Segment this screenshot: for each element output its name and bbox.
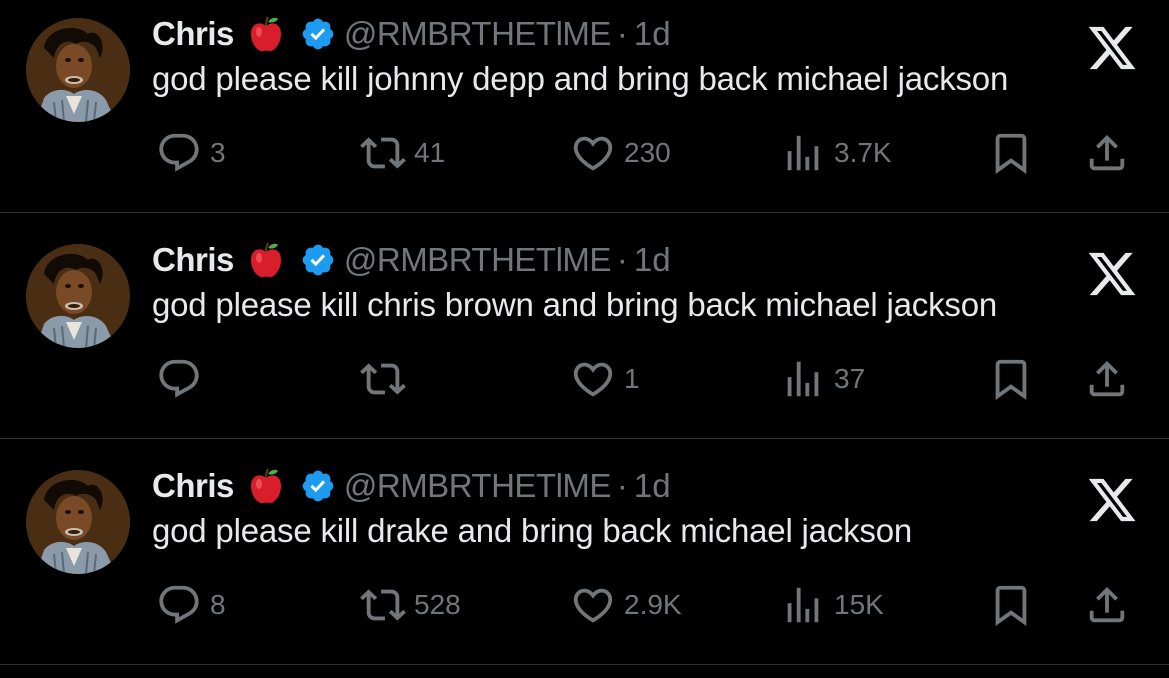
views-icon <box>780 356 826 402</box>
tweet-text: god please kill chris brown and bring ba… <box>152 286 998 323</box>
view-count: 15K <box>834 589 884 620</box>
bookmark-icon <box>988 356 1034 402</box>
action-bar: 8 528 2.9K 15K <box>0 582 1169 628</box>
like-count: 230 <box>624 137 671 168</box>
separator-dot: · <box>616 15 628 52</box>
tweet-header: Chris @RMBRTHETlME · 1d <box>152 466 671 506</box>
avatar-image <box>26 244 130 348</box>
share-icon <box>1084 582 1130 628</box>
like-button[interactable]: 2.9K <box>570 582 682 628</box>
reply-icon <box>156 130 202 176</box>
views-button[interactable]: 3.7K <box>780 130 892 176</box>
x-logo-icon <box>1086 22 1138 74</box>
reply-icon <box>156 582 202 628</box>
avatar-image <box>26 18 130 122</box>
verified-badge-icon[interactable] <box>300 468 336 504</box>
user-handle[interactable]: @RMBRTHETlME <box>344 467 612 505</box>
heart-icon <box>570 582 616 628</box>
timestamp[interactable]: 1d <box>634 241 671 279</box>
tweet[interactable]: Chris @RMBRTHETlME · 1d god please kill … <box>0 226 1169 452</box>
like-button[interactable]: 1 <box>570 356 640 402</box>
repost-count: 41 <box>414 137 446 168</box>
timestamp[interactable]: 1d <box>634 467 671 505</box>
separator-dot: · <box>616 241 628 278</box>
share-button[interactable] <box>1084 130 1130 176</box>
share-icon <box>1084 130 1130 176</box>
tweet-divider <box>0 664 1169 665</box>
red-apple-icon <box>246 240 286 280</box>
verified-badge-icon[interactable] <box>300 16 336 52</box>
tweet-feed: Chris @RMBRTHETlME · 1d god please kill … <box>0 0 1169 672</box>
heart-icon <box>570 130 616 176</box>
avatar[interactable] <box>26 18 130 122</box>
repost-button[interactable]: 528 <box>360 582 461 628</box>
action-bar: 3 41 230 3.7K <box>0 130 1169 176</box>
views-icon <box>780 582 826 628</box>
repost-button[interactable] <box>360 356 414 402</box>
bookmark-button[interactable] <box>988 130 1034 176</box>
view-count: 37 <box>834 363 866 394</box>
reply-icon <box>156 356 202 402</box>
display-name[interactable]: Chris <box>152 467 234 505</box>
reply-button[interactable]: 8 <box>156 582 226 628</box>
share-button[interactable] <box>1084 356 1130 402</box>
tweet-text: god please kill drake and bring back mic… <box>152 512 913 549</box>
user-handle[interactable]: @RMBRTHETlME <box>344 241 612 279</box>
tweet-header: Chris @RMBRTHETlME · 1d <box>152 240 671 280</box>
reply-button[interactable] <box>156 356 210 402</box>
bookmark-button[interactable] <box>988 356 1034 402</box>
action-bar: 1 37 <box>0 356 1169 402</box>
heart-icon <box>570 356 616 402</box>
tweet-divider <box>0 438 1169 439</box>
bookmark-icon <box>988 130 1034 176</box>
timestamp[interactable]: 1d <box>634 15 671 53</box>
avatar[interactable] <box>26 244 130 348</box>
bookmark-icon <box>988 582 1034 628</box>
reply-count: 8 <box>210 589 226 620</box>
reply-count: 3 <box>210 137 226 168</box>
like-button[interactable]: 230 <box>570 130 671 176</box>
like-count: 2.9K <box>624 589 682 620</box>
views-button[interactable]: 15K <box>780 582 884 628</box>
separator-dot: · <box>616 467 628 504</box>
display-name[interactable]: Chris <box>152 15 234 53</box>
repost-icon <box>360 130 406 176</box>
tweet-header: Chris @RMBRTHETlME · 1d <box>152 14 671 54</box>
avatar[interactable] <box>26 470 130 574</box>
views-button[interactable]: 37 <box>780 356 865 402</box>
user-handle[interactable]: @RMBRTHETlME <box>344 15 612 53</box>
repost-button[interactable]: 41 <box>360 130 445 176</box>
view-count: 3.7K <box>834 137 892 168</box>
repost-icon <box>360 582 406 628</box>
like-count: 1 <box>624 363 640 394</box>
views-icon <box>780 130 826 176</box>
tweet-divider <box>0 212 1169 213</box>
x-logo-icon <box>1086 474 1138 526</box>
repost-count: 528 <box>414 589 461 620</box>
bookmark-button[interactable] <box>988 582 1034 628</box>
x-logo-icon <box>1086 248 1138 300</box>
verified-badge-icon[interactable] <box>300 242 336 278</box>
share-button[interactable] <box>1084 582 1130 628</box>
display-name[interactable]: Chris <box>152 241 234 279</box>
reply-button[interactable]: 3 <box>156 130 226 176</box>
share-icon <box>1084 356 1130 402</box>
tweet[interactable]: Chris @RMBRTHETlME · 1d god please kill … <box>0 0 1169 226</box>
tweet-text: god please kill johnny depp and bring ba… <box>152 60 1009 97</box>
red-apple-icon <box>246 14 286 54</box>
red-apple-icon <box>246 466 286 506</box>
repost-icon <box>360 356 406 402</box>
tweet[interactable]: Chris @RMBRTHETlME · 1d god please kill … <box>0 452 1169 678</box>
avatar-image <box>26 470 130 574</box>
